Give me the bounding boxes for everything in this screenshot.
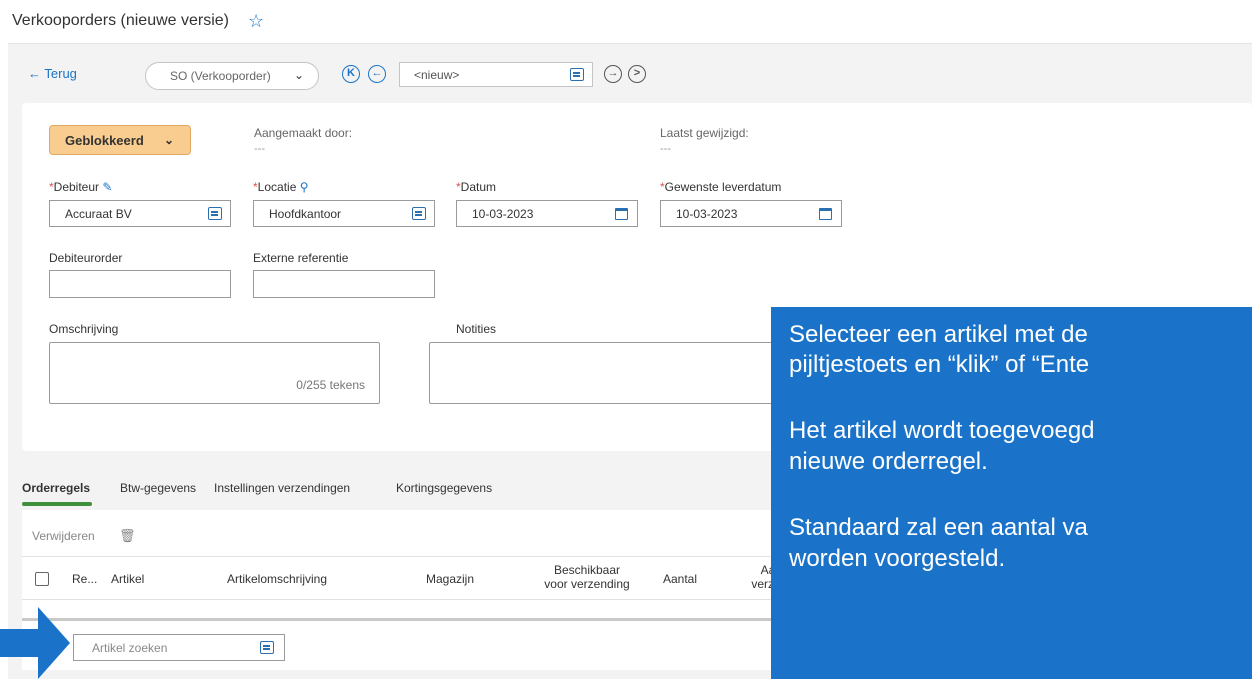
tab-btw-gegevens[interactable]: Btw-gegevens [120,481,196,495]
locatie-label: *Locatie ⚲ [253,180,309,194]
pointer-arrow-icon [0,607,70,679]
leverdatum-label: *Gewenste leverdatum [660,180,782,194]
record-number-input[interactable]: <nieuw> [399,62,593,87]
datum-field[interactable]: 10-03-2023 [456,200,638,227]
location-pin-icon[interactable]: ⚲ [300,180,309,194]
last-record-icon[interactable]: > [628,65,646,83]
datum-label: *Datum [456,180,497,194]
notities-label: Notities [456,322,497,336]
created-by-value: --- [254,143,265,155]
tooltip-line-1: Selecteer een artikel met de [789,321,1088,348]
tooltip-line-3: Het artikel wordt toegevoegd [789,417,1095,444]
modified-label: Laatst gewijzigd: [660,126,749,140]
created-by-label: Aangemaakt door: [254,126,353,140]
tab-kortingsgegevens[interactable]: Kortingsgegevens [396,481,492,495]
externe-referentie-label: Externe referentie [253,251,349,265]
col-magazijn[interactable]: Magazijn [426,572,474,586]
favorite-star-icon[interactable]: ☆ [248,11,264,32]
back-label: Terug [44,66,77,81]
col-artikel[interactable]: Artikel [111,572,144,586]
calendar-icon[interactable] [819,208,832,220]
page-title: Verkooporders (nieuwe versie) [12,12,229,29]
tab-instellingen-verzendingen[interactable]: Instellingen verzendingen [214,481,350,495]
artikel-search-input[interactable]: Artikel zoeken [73,634,285,661]
lookup-icon[interactable] [570,68,584,81]
status-dropdown[interactable]: Geblokkeerd ⌄ [49,125,191,155]
order-type-select[interactable]: SO (Verkooporder) ⌄ [145,62,319,90]
tooltip-line-6: worden voorgesteld. [789,545,1006,572]
char-counter: 0/255 tekens [296,378,365,392]
leverdatum-field[interactable]: 10-03-2023 [660,200,842,227]
navigation-bar: ← Terug SO (Verkooporder) ⌄ K ← <nieuw> … [8,45,1252,101]
modified-value: --- [660,143,671,155]
chevron-down-icon: ⌄ [163,133,174,147]
lookup-icon[interactable] [412,207,426,220]
locatie-field[interactable]: Hoofdkantoor [253,200,435,227]
chevron-down-icon: ⌄ [293,68,304,82]
lookup-icon[interactable] [260,641,274,654]
col-artikelomschrijving[interactable]: Artikelomschrijving [227,572,327,586]
search-placeholder: Artikel zoeken [92,641,168,655]
order-type-value: SO (Verkooporder) [170,69,271,83]
first-record-icon[interactable]: K [342,65,360,83]
back-link[interactable]: ← Terug [28,66,77,81]
status-value: Geblokkeerd [65,133,144,148]
notities-textarea[interactable] [429,342,789,404]
col-beschikbaar[interactable]: Beschikbaar voor verzending [532,563,642,591]
debiteur-value: Accuraat BV [65,207,132,221]
col-re[interactable]: Re... [72,572,97,586]
externe-referentie-field[interactable] [253,270,435,298]
omschrijving-textarea[interactable]: 0/255 tekens [49,342,380,404]
title-bar: Verkooporders (nieuwe versie) ☆ [8,0,1252,44]
tooltip-line-4: nieuwe orderregel. [789,448,988,475]
previous-record-icon[interactable]: ← [368,65,386,83]
pointer-arrow-shape [0,607,70,679]
edit-pencil-icon[interactable]: ✎ [102,180,112,194]
leverdatum-value: 10-03-2023 [676,207,738,221]
calendar-icon[interactable] [615,208,628,220]
tab-orderregels[interactable]: Orderregels [22,481,90,495]
instruction-tooltip: Selecteer een artikel met de pijltjestoe… [771,307,1252,679]
debiteur-label: *Debiteur ✎ [49,180,113,194]
trash-icon[interactable]: 🗑 [119,528,136,544]
tooltip-line-5: Standaard zal een aantal va [789,514,1088,541]
omschrijving-label: Omschrijving [49,322,119,336]
next-record-icon[interactable]: → [604,65,622,83]
select-all-checkbox[interactable] [35,572,49,586]
col-aantal[interactable]: Aantal [663,572,697,586]
datum-value: 10-03-2023 [472,207,534,221]
debiteurorder-field[interactable] [49,270,231,298]
debiteurorder-label: Debiteurorder [49,251,123,265]
locatie-value: Hoofdkantoor [269,207,342,221]
col-beschikbaar-line1: Beschikbaar [553,563,621,577]
lookup-icon[interactable] [208,207,222,220]
record-number-value: <nieuw> [414,68,460,82]
delete-button[interactable]: Verwijderen [32,529,95,543]
col-beschikbaar-line2: voor verzending [544,577,630,591]
tooltip-line-2: pijltjestoets en “klik” of “Ente [789,351,1090,378]
debiteur-field[interactable]: Accuraat BV [49,200,231,227]
active-tab-indicator [22,502,92,506]
